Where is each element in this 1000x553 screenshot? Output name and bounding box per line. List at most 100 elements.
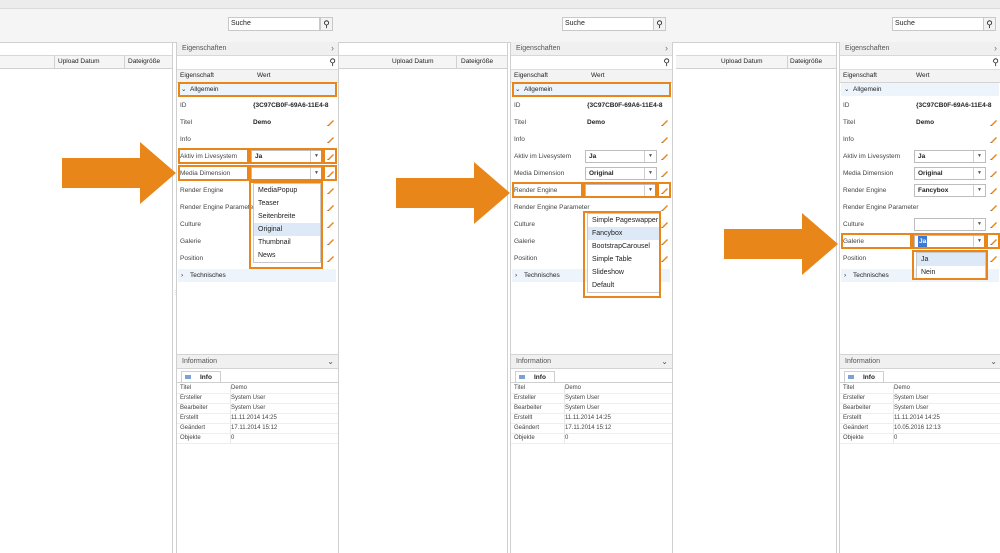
highlight-box: [657, 182, 671, 198]
highlight-box: [249, 148, 323, 164]
prop-label: Media Dimension: [514, 170, 565, 177]
search-button[interactable]: ⚲: [653, 17, 666, 31]
chevron-right-icon[interactable]: ›: [665, 42, 668, 55]
properties-panel: Eigenschaften › ⚲ Eigenschaft Wert ⌄ Allge…: [839, 42, 1000, 553]
pencil-icon[interactable]: [989, 219, 999, 229]
pencil-icon[interactable]: [989, 185, 999, 195]
search-input[interactable]: Suche: [562, 17, 654, 31]
prop-value[interactable]: Demo: [587, 114, 605, 131]
group-technical[interactable]: › Technisches: [178, 269, 336, 282]
pencil-icon[interactable]: [989, 117, 999, 127]
pencil-icon[interactable]: [326, 236, 336, 246]
pencil-icon[interactable]: [660, 202, 670, 212]
column-property: Eigenschaft: [514, 72, 548, 79]
group-label: Technisches: [524, 272, 560, 279]
search-icon[interactable]: ⚲: [992, 56, 999, 69]
prop-row-title: Titel Demo: [177, 114, 338, 131]
info-header[interactable]: Information ⌄: [511, 354, 672, 369]
chevron-down-icon[interactable]: ⌄: [661, 355, 668, 368]
column-file-size[interactable]: Dateigröße: [790, 56, 822, 68]
pencil-icon[interactable]: [326, 185, 336, 195]
chevron-down-icon: ▼: [973, 185, 985, 196]
pencil-icon[interactable]: [326, 117, 336, 127]
column-upload-date[interactable]: Upload Datum: [58, 56, 100, 68]
prop-row-title: Titel Demo: [840, 114, 1000, 131]
prop-label: Aktiv im Livesystem: [514, 153, 572, 160]
pencil-icon[interactable]: [326, 202, 336, 212]
highlight-box: [583, 182, 657, 198]
prop-row-info: Info: [177, 131, 338, 148]
live-select[interactable]: Ja ▼: [585, 150, 657, 163]
panel-search[interactable]: ⚲: [840, 56, 1000, 70]
pencil-icon[interactable]: [660, 219, 670, 229]
group-general[interactable]: ⌄ Allgemein: [841, 83, 999, 96]
highlight-box: [178, 82, 337, 97]
chevron-down-icon: ▼: [644, 151, 656, 162]
search-button[interactable]: ⚲: [320, 17, 333, 31]
prop-row-media-dimension: Media Dimension Original ▼: [840, 165, 1000, 182]
search-input[interactable]: Suche: [892, 17, 984, 31]
chevron-down-icon[interactable]: ⌄: [327, 355, 334, 368]
column-upload-date[interactable]: Upload Datum: [721, 56, 763, 68]
column-property: Eigenschaft: [843, 72, 877, 79]
prop-value: {3C97CB0F-69A6-11E4-8: [253, 102, 329, 109]
search-input[interactable]: Suche: [228, 17, 320, 31]
pencil-icon[interactable]: [660, 236, 670, 246]
prop-row-title: Titel Demo: [511, 114, 672, 131]
properties-header: Eigenschaft Wert: [840, 70, 1000, 83]
highlight-box: [178, 165, 249, 181]
pencil-icon[interactable]: [989, 253, 999, 263]
panel-search[interactable]: ⚲: [511, 56, 672, 70]
column-upload-date[interactable]: Upload Datum: [392, 56, 434, 68]
highlight-box: [912, 233, 986, 249]
column-file-size[interactable]: Dateigröße: [461, 56, 493, 68]
media-dimension-select[interactable]: Original ▼: [914, 167, 986, 180]
prop-label: Culture: [180, 221, 201, 228]
prop-label: ID: [843, 102, 850, 109]
highlight-box: [986, 233, 1000, 249]
prop-row-info: Info: [511, 131, 672, 148]
info-header[interactable]: Information ⌄: [840, 354, 1000, 369]
pencil-icon[interactable]: [989, 168, 999, 178]
column-file-size[interactable]: Dateigröße: [128, 56, 160, 68]
chevron-down-icon[interactable]: ⌄: [990, 355, 997, 368]
prop-row-id: ID {3C97CB0F-69A6-11E4-8: [511, 97, 672, 114]
prop-label: Culture: [843, 221, 864, 228]
prop-row-live: Aktiv im Livesystem Ja ▼: [840, 148, 1000, 165]
culture-select[interactable]: ▼: [914, 218, 986, 231]
prop-value: {3C97CB0F-69A6-11E4-8: [916, 102, 992, 109]
search-button[interactable]: ⚲: [983, 17, 996, 31]
search-icon: ⚲: [656, 19, 663, 29]
live-select[interactable]: Ja ▼: [914, 150, 986, 163]
pencil-icon[interactable]: [326, 219, 336, 229]
chevron-right-icon[interactable]: ›: [994, 42, 997, 55]
search-icon[interactable]: ⚲: [663, 56, 670, 69]
media-dimension-select[interactable]: Original ▼: [585, 167, 657, 180]
pencil-icon[interactable]: [989, 134, 999, 144]
chevron-down-icon: ▼: [973, 151, 985, 162]
info-title: Information: [516, 358, 552, 365]
highlight-box: [583, 211, 661, 298]
column-value: Wert: [591, 72, 605, 79]
pencil-icon[interactable]: [326, 134, 336, 144]
pencil-icon[interactable]: [660, 134, 670, 144]
pencil-icon[interactable]: [660, 253, 670, 263]
pencil-icon[interactable]: [989, 151, 999, 161]
pencil-icon[interactable]: [326, 253, 336, 263]
panel-search[interactable]: ⚲: [177, 56, 338, 70]
properties-panel: Eigenschaften › ⚲ Eigenschaft Wert ⌄ Allge…: [176, 42, 339, 553]
chevron-right-icon[interactable]: ›: [331, 42, 334, 55]
search-icon[interactable]: ⚲: [329, 56, 336, 69]
prop-value[interactable]: Demo: [253, 114, 271, 131]
folder-icon: [848, 375, 854, 379]
pencil-icon[interactable]: [660, 168, 670, 178]
prop-label: Titel: [514, 119, 527, 126]
pencil-icon[interactable]: [989, 202, 999, 212]
prop-label: Position: [514, 255, 538, 262]
render-engine-select[interactable]: Fancybox ▼: [914, 184, 986, 197]
panel-title-bar: Eigenschaften ›: [177, 42, 338, 56]
pencil-icon[interactable]: [660, 117, 670, 127]
pencil-icon[interactable]: [660, 151, 670, 161]
prop-value[interactable]: Demo: [916, 114, 934, 131]
info-header[interactable]: Information ⌄: [177, 354, 338, 369]
